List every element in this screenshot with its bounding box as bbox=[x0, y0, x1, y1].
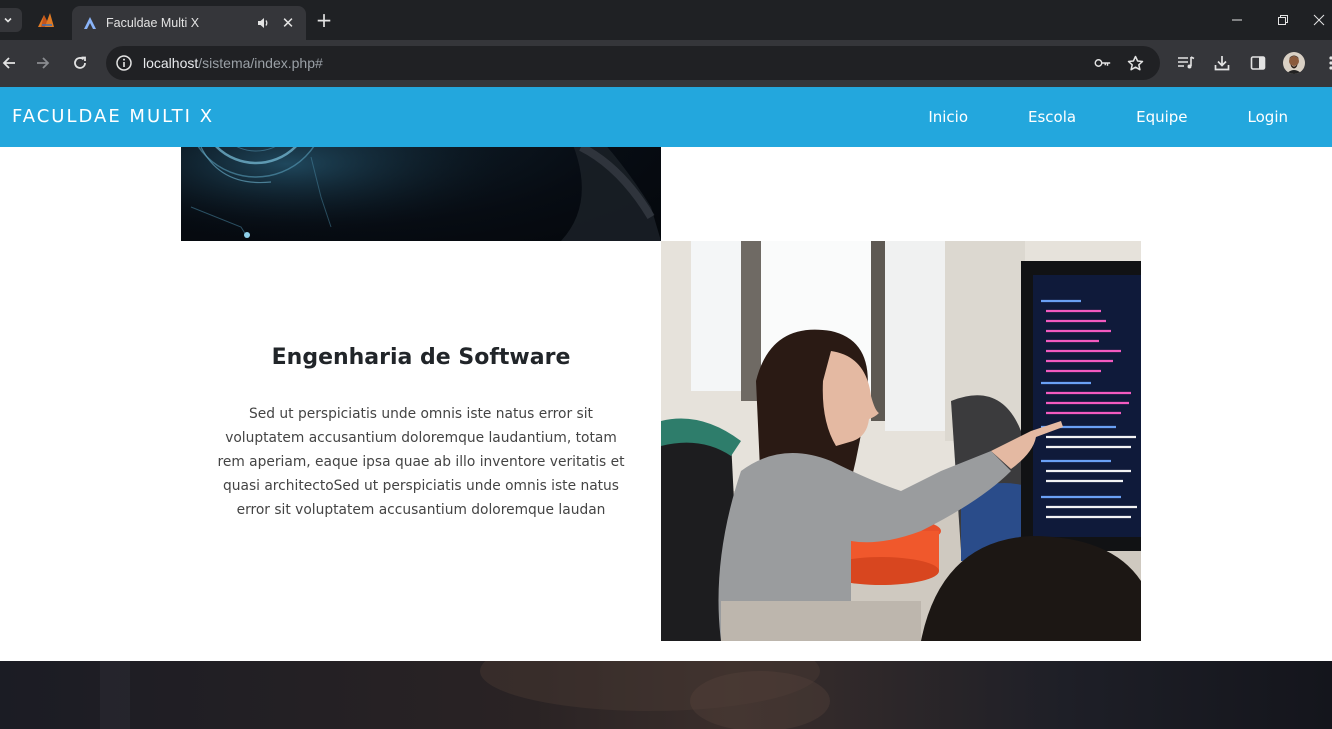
key-icon[interactable] bbox=[1094, 54, 1112, 72]
media-control-icon[interactable] bbox=[1175, 52, 1197, 74]
info-icon[interactable] bbox=[115, 54, 133, 72]
close-tab-button[interactable]: ✕ bbox=[280, 15, 296, 31]
address-bar[interactable]: localhost/sistema/index.php# bbox=[106, 46, 1160, 80]
reload-button[interactable] bbox=[69, 52, 91, 74]
arrow-left-icon bbox=[2, 57, 15, 69]
restore-button[interactable] bbox=[1260, 10, 1306, 30]
url-host: localhost bbox=[143, 55, 199, 71]
section-title: Engenharia de Software bbox=[271, 345, 571, 370]
nav-link-equipe[interactable]: Equipe bbox=[1106, 87, 1217, 147]
more-vert-icon[interactable] bbox=[1320, 52, 1332, 74]
arrow-right-icon bbox=[37, 57, 50, 69]
site-favicon-icon bbox=[82, 15, 98, 31]
nav-link-inicio[interactable]: Inicio bbox=[898, 87, 998, 147]
minimize-button[interactable] bbox=[1214, 10, 1260, 30]
star-icon[interactable] bbox=[1126, 54, 1144, 72]
url-path: /sistema/index.php# bbox=[198, 55, 323, 71]
tab-title: Faculdae Multi X bbox=[106, 16, 200, 30]
restore-icon bbox=[1278, 15, 1288, 25]
site-brand[interactable]: FACULDAE MULTI X bbox=[12, 106, 214, 128]
speaker-icon[interactable] bbox=[256, 15, 272, 31]
download-icon[interactable] bbox=[1211, 52, 1233, 74]
close-icon bbox=[1313, 14, 1325, 26]
profile-avatar[interactable] bbox=[1283, 52, 1305, 74]
side-panel-icon[interactable] bbox=[1247, 52, 1269, 74]
active-tab[interactable]: Faculdae Multi X ✕ bbox=[72, 6, 306, 40]
chevron-down-icon bbox=[4, 17, 12, 23]
reload-icon bbox=[74, 56, 86, 69]
pinned-tab[interactable] bbox=[32, 8, 60, 32]
minimize-icon bbox=[1232, 19, 1242, 21]
close-window-button[interactable] bbox=[1306, 10, 1332, 30]
section-body: Sed ut perspiciatis unde omnis iste natu… bbox=[217, 406, 625, 518]
site-navbar: FACULDAE MULTI X Inicio Escola Equipe Lo… bbox=[0, 87, 1332, 147]
url-text: localhost/sistema/index.php# bbox=[143, 54, 323, 72]
nav-links: Inicio Escola Equipe Login bbox=[898, 87, 1332, 147]
tab-strip: Faculdae Multi X ✕ + bbox=[0, 0, 1332, 40]
dark-hero-band bbox=[0, 631, 1332, 729]
software-engineering-photo bbox=[661, 241, 1141, 641]
page-viewport: FACULDAE MULTI X Inicio Escola Equipe Lo… bbox=[0, 87, 1332, 729]
nav-link-login[interactable]: Login bbox=[1218, 87, 1332, 147]
forward-button[interactable] bbox=[32, 52, 54, 74]
avatar-icon bbox=[1286, 55, 1302, 74]
nav-link-escola[interactable]: Escola bbox=[998, 87, 1106, 147]
tab-search-button[interactable] bbox=[0, 8, 22, 32]
matlab-logo-icon bbox=[38, 13, 54, 27]
new-tab-button[interactable]: + bbox=[313, 10, 335, 32]
browser-toolbar: localhost/sistema/index.php# bbox=[0, 40, 1332, 87]
back-button[interactable] bbox=[0, 52, 20, 74]
